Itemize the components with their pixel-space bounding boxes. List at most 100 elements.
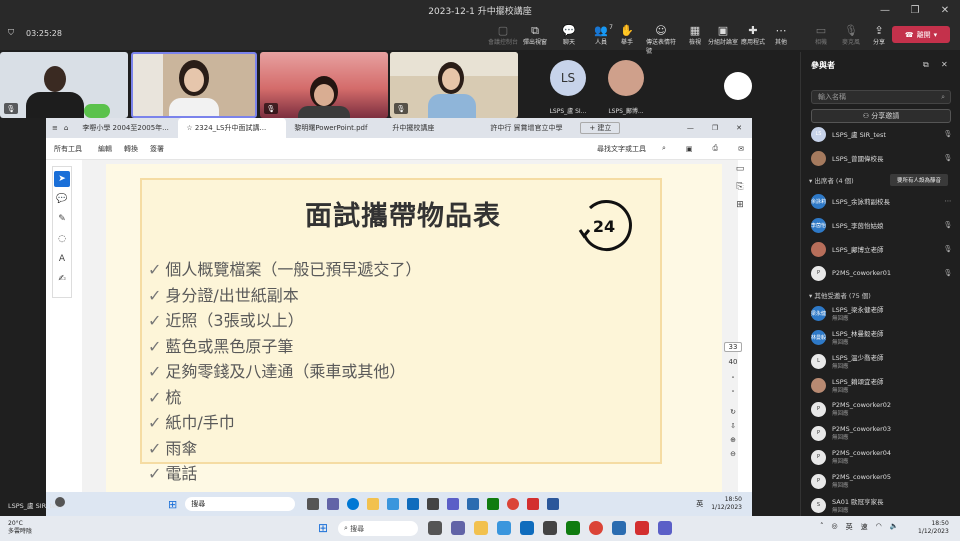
print-icon[interactable]: ⎙: [713, 144, 719, 153]
toolbar-popout-button[interactable]: ⧉ 彈出視窗: [520, 24, 550, 46]
toolbar-camera-button[interactable]: ▢ 會議控制台: [488, 24, 518, 46]
toolbar-chat-button[interactable]: 💬 聊天: [554, 24, 584, 46]
home-icon[interactable]: ⌂: [64, 124, 68, 132]
video-tile-3[interactable]: 🎙: [260, 52, 388, 118]
refresh-icon[interactable]: ↻: [724, 408, 742, 416]
store-icon[interactable]: [497, 521, 511, 535]
toolbar-view-button[interactable]: ▦ 檢視: [680, 24, 710, 46]
store-icon[interactable]: [387, 498, 400, 510]
video-tile-2[interactable]: [131, 52, 257, 118]
mute-all-button[interactable]: 要所有人設為靜音: [890, 174, 948, 186]
maximize-icon[interactable]: ❐: [900, 0, 930, 20]
video-tile-1[interactable]: 🎙: [0, 52, 128, 118]
camera-app-icon[interactable]: [427, 498, 440, 510]
participant-row[interactable]: P P2MS_coworker02 無回應: [811, 398, 953, 420]
toolbar-video-button[interactable]: ▭ 相機: [806, 24, 836, 46]
task-view-icon[interactable]: [428, 521, 442, 535]
avatar-tile-2[interactable]: LSPS_鄺博...: [596, 52, 656, 118]
teams-icon[interactable]: [451, 521, 465, 535]
maximize-icon[interactable]: ❐: [712, 124, 718, 132]
toolbar-apps-button[interactable]: ✚ 應用程式: [738, 24, 768, 46]
comment-icon[interactable]: 💬: [54, 191, 70, 207]
toolbar-share-button[interactable]: ⇪ 分享: [864, 24, 894, 46]
toolbar-hand-button[interactable]: ✋ 舉手: [612, 24, 642, 46]
participant-row[interactable]: P P2MS_coworker01 🎙: [811, 262, 953, 284]
participant-search-input[interactable]: 輸入名稱 ⌕: [811, 90, 951, 104]
excel-icon[interactable]: [487, 498, 500, 510]
chrome-icon[interactable]: [507, 498, 520, 510]
tab-1[interactable]: 李嘢小學 2004至2005年...: [74, 118, 178, 138]
participant-row[interactable]: LSPS_鄺博立老師 🎙: [811, 238, 953, 260]
teams-icon[interactable]: [327, 498, 340, 510]
bookmark-icon[interactable]: ⎘: [736, 182, 743, 192]
participant-row[interactable]: P P2MS_coworker03 無回應: [811, 422, 953, 444]
avatar-tile-1[interactable]: LS LSPS_盧 SI...: [538, 52, 598, 118]
chevron-up-icon[interactable]: ˄: [820, 522, 824, 532]
edge-icon[interactable]: [347, 498, 360, 510]
inner-search-box[interactable]: 搜尋: [185, 497, 296, 511]
task-view-icon[interactable]: [307, 498, 320, 510]
close-icon[interactable]: ✕: [941, 60, 948, 69]
app-icon[interactable]: [612, 521, 626, 535]
ime-indicator[interactable]: 速: [861, 522, 868, 532]
participant-row[interactable]: P P2MS_coworker04 無回應: [811, 446, 953, 468]
weather-widget[interactable]: 20°C 多雲時陰: [8, 520, 32, 536]
pen-icon[interactable]: ✎: [54, 211, 70, 227]
toolbar-rooms-button[interactable]: ▣ 分組討論室: [708, 24, 738, 46]
windows-start-icon[interactable]: ⊞: [168, 498, 177, 511]
participant-section-header[interactable]: ▾ 出席者 (4 個): [809, 175, 854, 185]
lasso-icon[interactable]: ◌: [54, 231, 70, 247]
participant-row[interactable]: 余詠莉 LSPS_余詠莉副校長 ⋯: [811, 190, 953, 212]
folder-icon[interactable]: [474, 521, 488, 535]
acrobat-icon[interactable]: [527, 498, 540, 510]
zoom-in-icon[interactable]: ⊕: [724, 436, 742, 444]
chevron-down-icon[interactable]: ▾: [934, 31, 938, 39]
stamp-icon[interactable]: ✍: [54, 271, 70, 287]
participant-row[interactable]: S SA01 歐冠亨家長 無回應: [811, 494, 953, 516]
toolbar-mic-button[interactable]: 🎙 麥克風: [836, 24, 866, 46]
menu-all-tools[interactable]: 所有工具: [54, 144, 82, 154]
page-current[interactable]: 33: [724, 342, 742, 352]
wifi-icon[interactable]: ◠: [876, 522, 882, 532]
volume-icon[interactable]: 🔈: [890, 522, 899, 532]
comment-icon[interactable]: ▭: [736, 164, 745, 174]
taskbar-clock[interactable]: 18:50 1/12/2023: [918, 520, 949, 536]
chrome-icon[interactable]: [589, 521, 603, 535]
teams-app-icon[interactable]: [447, 498, 460, 510]
participant-row[interactable]: 林曼毅 LSPS_林曼毅老師 無回應: [811, 326, 953, 348]
tab-4[interactable]: 升中擺校講座: [384, 118, 482, 138]
select-cursor-icon[interactable]: ➤: [54, 171, 70, 187]
participant-row[interactable]: LS LSPS_盧 SIR_test 🎙: [811, 123, 953, 145]
leave-button[interactable]: ☎ 離開 ▾: [892, 26, 950, 43]
participant-section-header[interactable]: ▾ 其他受邀者 (75 個): [809, 290, 871, 300]
participant-row[interactable]: L LSPS_溫少喬老師 無回應: [811, 350, 953, 372]
search-icon[interactable]: ⌕: [662, 144, 666, 153]
mail-icon[interactable]: ✉: [738, 145, 744, 153]
tab-2[interactable]: ☆ 2324_LS升中面試講...: [178, 118, 287, 138]
acrobat-icon[interactable]: [635, 521, 649, 535]
minimize-icon[interactable]: —: [687, 124, 694, 132]
download-icon[interactable]: ⇩: [724, 422, 742, 430]
pages-icon[interactable]: ⊞: [736, 200, 744, 210]
chevron-up-icon[interactable]: ˄: [724, 376, 742, 384]
taskbar-search[interactable]: ⌕ 搜尋: [338, 521, 418, 536]
inner-lang[interactable]: 英: [696, 499, 703, 509]
new-tab-button[interactable]: + 建立: [580, 122, 621, 134]
menu-icon[interactable]: ≡: [52, 124, 58, 132]
tab-5[interactable]: 許中行 貿賞增官立中學: [482, 118, 578, 138]
video-tile-4[interactable]: 🎙: [390, 52, 518, 118]
participant-row[interactable]: 梁永健 LSPS_梁永健老師 無回應: [811, 302, 953, 324]
toolbar-more-button[interactable]: ⋯ 其他: [766, 24, 796, 46]
minimize-icon[interactable]: —: [870, 0, 900, 20]
find-tools-link[interactable]: 尋找文字或工具: [597, 144, 646, 154]
menu-sign[interactable]: 簽署: [150, 144, 164, 154]
excel-icon[interactable]: [566, 521, 580, 535]
tab-3[interactable]: 黎明曙PowerPoint.pdf: [286, 118, 384, 138]
toolbar-emoji-button[interactable]: ☺ 傳送表情符號: [646, 24, 676, 55]
more-options-icon[interactable]: ⋯: [943, 197, 953, 205]
chevron-down-icon[interactable]: ˅: [724, 390, 742, 398]
close-icon[interactable]: ✕: [930, 0, 960, 20]
popout-icon[interactable]: ⧉: [923, 60, 929, 70]
network-icon[interactable]: ◎: [832, 522, 838, 532]
mail-icon[interactable]: [407, 498, 420, 510]
